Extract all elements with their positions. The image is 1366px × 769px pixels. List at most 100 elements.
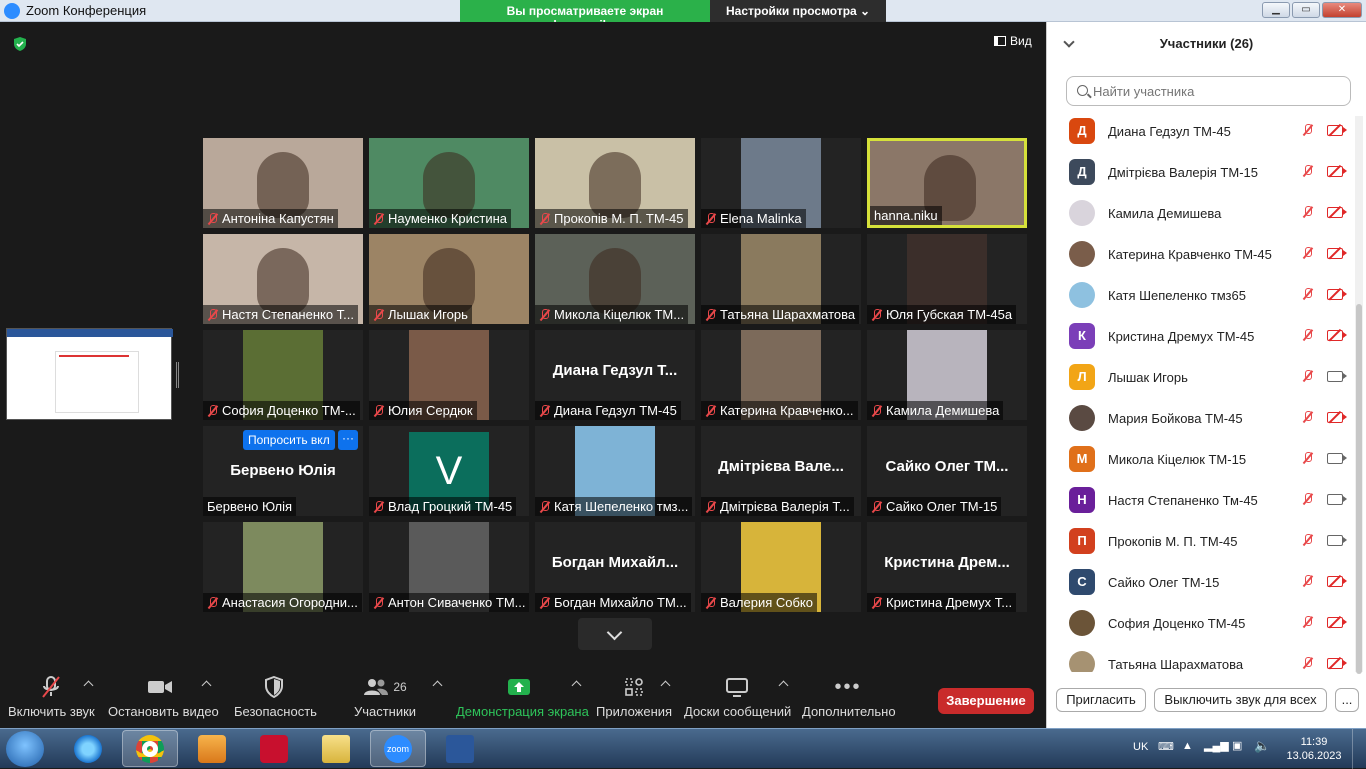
camera-off-icon[interactable] bbox=[1327, 658, 1347, 669]
taskbar-media[interactable] bbox=[184, 730, 240, 767]
video-tile[interactable]: Микола Кіцелюк ТМ... bbox=[535, 234, 695, 324]
video-tile[interactable]: Валерия Собко bbox=[701, 522, 861, 612]
mic-off-icon[interactable] bbox=[1302, 247, 1314, 259]
video-tile[interactable]: Антон Сиваченко ТМ... bbox=[369, 522, 529, 612]
tray-expand-icon[interactable]: ▲ bbox=[1182, 740, 1193, 752]
search-input[interactable] bbox=[1093, 82, 1343, 100]
stop-video-button[interactable]: Остановить видео bbox=[108, 670, 219, 728]
share-screen-button[interactable]: Демонстрация экрана bbox=[456, 670, 589, 728]
video-tile[interactable]: Анастасия Огородни... bbox=[203, 522, 363, 612]
participant-row[interactable]: Д Дмітрієва Валерія ТМ-15 bbox=[1047, 153, 1353, 194]
video-tile[interactable]: Сайко Олег ТМ... Сайко Олег ТМ-15 bbox=[867, 426, 1027, 516]
minimize-button[interactable]: ▁ bbox=[1262, 2, 1290, 18]
end-meeting-button[interactable]: Завершение bbox=[938, 688, 1034, 714]
camera-off-icon[interactable] bbox=[1327, 617, 1347, 628]
show-desktop-button[interactable] bbox=[1352, 729, 1366, 769]
mic-off-icon[interactable] bbox=[1302, 534, 1314, 546]
video-tile[interactable]: Лышак Игорь bbox=[369, 234, 529, 324]
camera-off-icon[interactable] bbox=[1327, 166, 1347, 177]
participant-list-scrollbar[interactable] bbox=[1355, 116, 1363, 674]
video-tile[interactable]: Прокопів М. П. ТМ-45 bbox=[535, 138, 695, 228]
more-button[interactable]: ••• Дополнительно bbox=[802, 670, 896, 728]
participant-row[interactable]: Н Настя Степаненко Тм-45 bbox=[1047, 481, 1353, 522]
mic-off-icon[interactable] bbox=[1302, 575, 1314, 587]
participants-button[interactable]: 26 Участники bbox=[350, 670, 420, 728]
camera-off-icon[interactable] bbox=[1327, 412, 1347, 423]
maximize-button[interactable]: ▭ bbox=[1292, 2, 1320, 18]
camera-off-icon[interactable] bbox=[1327, 576, 1347, 587]
video-tile[interactable]: Науменко Кристина bbox=[369, 138, 529, 228]
whiteboards-button[interactable]: Доски сообщений bbox=[684, 670, 791, 728]
camera-icon[interactable] bbox=[1327, 535, 1347, 546]
mic-off-icon[interactable] bbox=[1302, 370, 1314, 382]
mic-off-icon[interactable] bbox=[1302, 206, 1314, 218]
close-button[interactable]: ✕ bbox=[1322, 2, 1362, 18]
mute-all-button[interactable]: Выключить звук для всех bbox=[1154, 688, 1327, 712]
taskbar-acrobat[interactable] bbox=[246, 730, 302, 767]
tile-more-button[interactable]: ··· bbox=[338, 430, 358, 450]
video-tile[interactable]: Юля Губская ТМ-45а bbox=[867, 234, 1027, 324]
mic-off-icon[interactable] bbox=[1302, 288, 1314, 300]
participant-row[interactable]: Татьяна Шарахматова bbox=[1047, 645, 1353, 672]
video-tile[interactable]: V Влад Гроцкий ТМ-45 bbox=[369, 426, 529, 516]
participant-row[interactable]: С Сайко Олег ТМ-15 bbox=[1047, 563, 1353, 604]
mic-off-icon[interactable] bbox=[1302, 124, 1314, 136]
video-tile[interactable]: Камила Демишева bbox=[867, 330, 1027, 420]
participant-row[interactable]: Мария Бойкова ТМ-45 bbox=[1047, 399, 1353, 440]
shield-icon[interactable] bbox=[12, 36, 28, 52]
network-icon[interactable]: ▂▄▆ bbox=[1204, 739, 1229, 752]
clock[interactable]: 11:39 13.06.2023 bbox=[1284, 735, 1344, 763]
camera-icon[interactable] bbox=[1327, 494, 1347, 505]
mic-off-icon[interactable] bbox=[1302, 165, 1314, 177]
panel-more-button[interactable]: ... bbox=[1335, 688, 1359, 712]
mic-off-icon[interactable] bbox=[1302, 452, 1314, 464]
video-tile[interactable]: Elena Malinka bbox=[701, 138, 861, 228]
mic-off-icon[interactable] bbox=[1302, 329, 1314, 341]
start-button[interactable] bbox=[6, 731, 44, 767]
camera-off-icon[interactable] bbox=[1327, 330, 1347, 341]
view-button[interactable]: Вид bbox=[994, 34, 1032, 48]
participant-row[interactable]: К Кристина Дремух ТМ-45 bbox=[1047, 317, 1353, 358]
video-tile[interactable]: Кристина Дрем... Кристина Дремух Т... bbox=[867, 522, 1027, 612]
participant-row[interactable]: Л Лышак Игорь bbox=[1047, 358, 1353, 399]
participant-row[interactable]: П Прокопів М. П. ТМ-45 bbox=[1047, 522, 1353, 563]
view-settings-button[interactable]: Настройки просмотра ⌄ bbox=[710, 0, 886, 22]
participant-row[interactable]: М Микола Кіцелюк ТМ-15 bbox=[1047, 440, 1353, 481]
next-page-button[interactable] bbox=[578, 618, 652, 650]
apps-button[interactable]: Приложения bbox=[596, 670, 672, 728]
taskbar-word[interactable] bbox=[432, 730, 488, 767]
video-tile[interactable]: Бервено Юлія Попросить вкл ··· Бервено Юлія bbox=[203, 426, 363, 516]
camera-off-icon[interactable] bbox=[1327, 125, 1347, 136]
video-tile[interactable]: Катя Шепеленко тмз... bbox=[535, 426, 695, 516]
ask-to-unmute-button[interactable]: Попросить вкл bbox=[243, 430, 335, 450]
taskbar-explorer[interactable] bbox=[308, 730, 364, 767]
video-tile[interactable]: Богдан Михайл... Богдан Михайло ТМ... bbox=[535, 522, 695, 612]
action-center-icon[interactable]: ▣ bbox=[1232, 739, 1242, 752]
security-button[interactable]: Безопасность bbox=[234, 670, 317, 728]
video-tile[interactable]: hanna.niku bbox=[867, 138, 1027, 228]
scrollbar-thumb[interactable] bbox=[1356, 304, 1362, 674]
video-tile[interactable]: Катерина Кравченко... bbox=[701, 330, 861, 420]
shared-screen-thumbnail[interactable] bbox=[6, 328, 173, 420]
mic-off-icon[interactable] bbox=[1302, 411, 1314, 423]
video-tile[interactable]: Татьяна Шарахматова bbox=[701, 234, 861, 324]
taskbar-zoom[interactable]: zoom bbox=[370, 730, 426, 767]
taskbar-ie[interactable] bbox=[60, 730, 116, 767]
camera-icon[interactable] bbox=[1327, 453, 1347, 464]
resize-handle[interactable] bbox=[176, 362, 179, 388]
invite-button[interactable]: Пригласить bbox=[1056, 688, 1146, 712]
keyboard-icon[interactable]: ⌨ bbox=[1158, 740, 1174, 753]
volume-icon[interactable]: 🔈 bbox=[1254, 738, 1270, 754]
camera-icon[interactable] bbox=[1327, 371, 1347, 382]
camera-off-icon[interactable] bbox=[1327, 207, 1347, 218]
participant-row[interactable]: Д Диана Гедзул ТМ-45 bbox=[1047, 112, 1353, 153]
video-tile[interactable]: Дмітрієва Вале... Дмітрієва Валерія Т... bbox=[701, 426, 861, 516]
language-indicator[interactable]: UK bbox=[1133, 741, 1148, 753]
participant-row[interactable]: Катерина Кравченко ТМ-45 bbox=[1047, 235, 1353, 276]
video-tile[interactable]: Диана Гедзул Т... Диана Гедзул ТМ-45 bbox=[535, 330, 695, 420]
participants-options-caret[interactable] bbox=[432, 680, 443, 691]
video-tile[interactable]: Настя Степаненко Т... bbox=[203, 234, 363, 324]
unmute-button[interactable]: Включить звук bbox=[8, 670, 95, 728]
participant-row[interactable]: София Доценко ТМ-45 bbox=[1047, 604, 1353, 645]
camera-off-icon[interactable] bbox=[1327, 248, 1347, 259]
